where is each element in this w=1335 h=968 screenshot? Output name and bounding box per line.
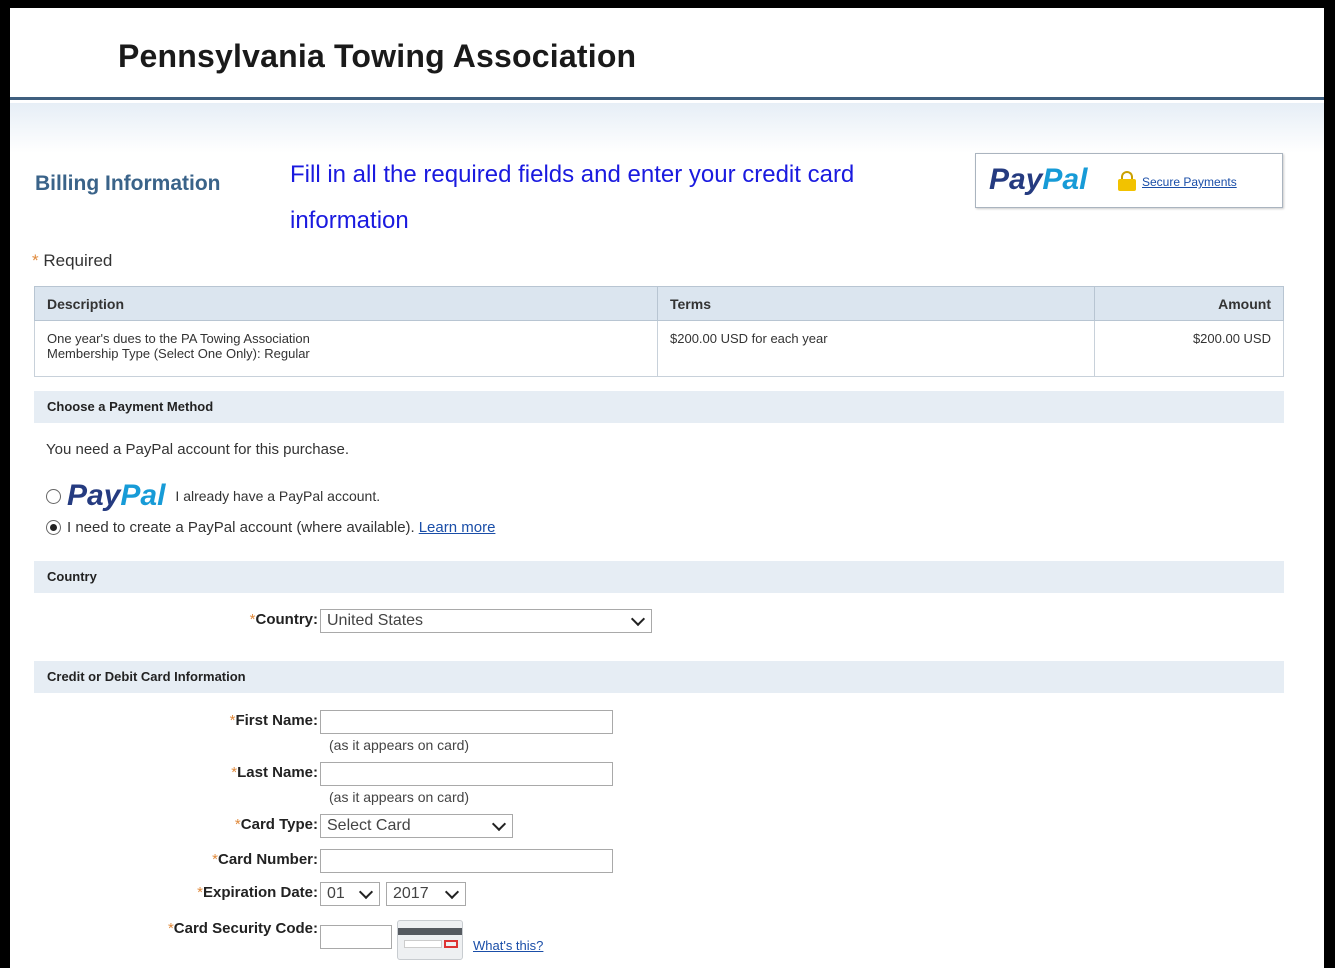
chevron-down-icon	[630, 611, 646, 627]
billing-title: Billing Information	[35, 172, 221, 195]
page-frame: Pennsylvania Towing Association Billing …	[10, 8, 1324, 968]
required-note: * Required	[32, 251, 112, 271]
country-label: *Country:	[249, 611, 318, 628]
exp-year-select[interactable]: 2017	[386, 882, 466, 906]
security-code-input[interactable]	[320, 925, 392, 949]
exp-month-select[interactable]: 01	[320, 882, 380, 906]
whats-this-link[interactable]: What's this?	[473, 938, 543, 953]
radio-create-account[interactable]	[46, 520, 61, 535]
option-create-label: I need to create a PayPal account (where…	[67, 519, 415, 536]
radio-existing-account[interactable]	[46, 488, 61, 504]
country-header: Country	[34, 561, 1284, 593]
lock-icon	[1118, 171, 1136, 191]
header-band	[10, 103, 1324, 153]
paypal-logo: PayPal	[67, 479, 166, 512]
first-name-label: *First Name:	[229, 712, 318, 729]
option-create-account[interactable]: I need to create a PayPal account (where…	[46, 519, 495, 536]
instruction-text: Fill in all the required fields and ente…	[290, 161, 855, 234]
option-existing-account[interactable]: PayPal I already have a PayPal account.	[46, 479, 380, 513]
card-cvv-icon	[397, 920, 463, 960]
items-table: Description Terms Amount One year's dues…	[34, 286, 1284, 377]
table-row: One year's dues to the PA Towing Associa…	[34, 320, 1284, 377]
chevron-down-icon	[444, 884, 460, 900]
card-type-select[interactable]: Select Card	[320, 814, 513, 838]
chevron-down-icon	[358, 884, 374, 900]
col-description: Description	[34, 286, 658, 321]
paypal-notice: You need a PayPal account for this purch…	[46, 441, 349, 458]
last-name-input[interactable]	[320, 762, 613, 786]
card-number-input[interactable]	[320, 849, 613, 873]
card-info-header: Credit or Debit Card Information	[34, 661, 1284, 693]
last-name-label: *Last Name:	[231, 764, 318, 781]
learn-more-link[interactable]: Learn more	[419, 519, 496, 536]
last-name-hint: (as it appears on card)	[329, 789, 470, 805]
option-existing-label: I already have a PayPal account.	[175, 488, 381, 504]
card-number-label: *Card Number:	[212, 851, 318, 868]
col-amount: Amount	[1094, 286, 1284, 321]
col-terms: Terms	[657, 286, 1095, 321]
country-select[interactable]: United States	[320, 609, 652, 633]
site-header: Pennsylvania Towing Association	[10, 8, 1324, 100]
cell-amount: $200.00 USD	[1094, 320, 1284, 377]
secure-payments-link[interactable]: Secure Payments	[1142, 175, 1237, 189]
cell-description: One year's dues to the PA Towing Associa…	[34, 320, 658, 377]
expiration-label: *Expiration Date:	[197, 884, 318, 901]
required-text: Required	[43, 251, 113, 270]
site-title: Pennsylvania Towing Association	[118, 38, 637, 74]
chevron-down-icon	[491, 816, 507, 832]
required-star: *	[32, 251, 39, 270]
payment-method-header: Choose a Payment Method	[34, 391, 1284, 423]
paypal-secure-box: PayPal Secure Payments	[975, 153, 1283, 208]
security-code-label: *Card Security Code:	[167, 920, 318, 937]
first-name-input[interactable]	[320, 710, 613, 734]
cell-terms: $200.00 USD for each year	[657, 320, 1095, 377]
first-name-hint: (as it appears on card)	[329, 737, 470, 753]
paypal-logo: PayPal	[989, 163, 1088, 196]
card-type-label: *Card Type:	[234, 816, 318, 833]
